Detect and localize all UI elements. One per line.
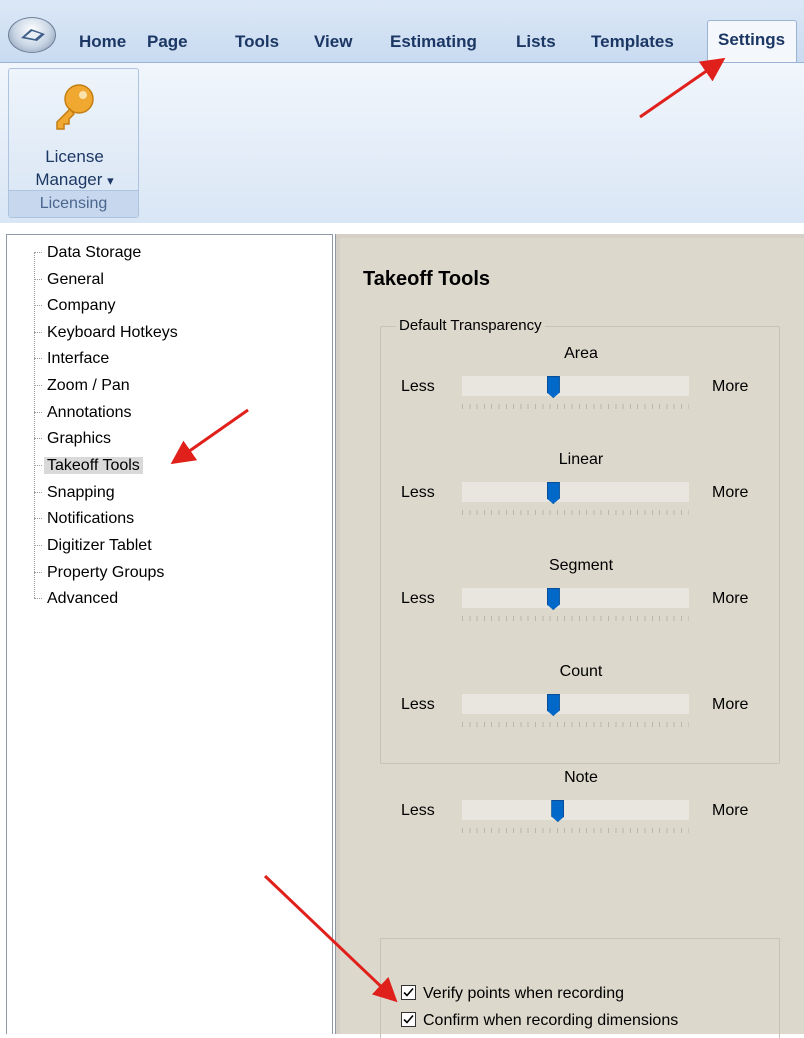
slider-ticks xyxy=(462,510,689,515)
tab-templates[interactable]: Templates xyxy=(591,32,674,52)
confirm-dimensions-option[interactable]: Confirm when recording dimensions xyxy=(401,1012,678,1030)
tree-item-digitizer-tablet[interactable]: Digitizer Tablet xyxy=(34,535,155,557)
tree-item-notifications[interactable]: Notifications xyxy=(34,508,137,530)
license-manager-label-line1: License xyxy=(45,147,104,166)
checkmark-icon xyxy=(403,987,414,997)
tree-item-advanced[interactable]: Advanced xyxy=(34,588,121,610)
tab-page[interactable]: Page xyxy=(147,32,188,52)
less-label: Less xyxy=(401,378,435,395)
tree-item-property-groups[interactable]: Property Groups xyxy=(34,562,167,584)
tree-item-snapping[interactable]: Snapping xyxy=(34,482,118,504)
slider-title-count: Count xyxy=(559,663,603,680)
dropdown-arrow-icon: ▾ xyxy=(107,173,114,188)
slider-title-segment: Segment xyxy=(548,557,614,574)
less-label: Less xyxy=(401,802,435,819)
more-label: More xyxy=(712,802,749,819)
checkmark-icon xyxy=(403,1014,414,1024)
slider-title-linear: Linear xyxy=(558,451,604,468)
tree-item-graphics[interactable]: Graphics xyxy=(34,428,114,450)
tree-item-annotations[interactable]: Annotations xyxy=(34,402,135,424)
tree-item-interface[interactable]: Interface xyxy=(34,348,112,370)
slider-ticks xyxy=(462,616,689,621)
slider-ticks xyxy=(462,828,689,833)
group-caption: Licensing xyxy=(9,190,138,217)
tree-item-keyboard-hotkeys[interactable]: Keyboard Hotkeys xyxy=(34,322,181,344)
slider-track-count[interactable] xyxy=(462,694,689,714)
ribbon-body: License Manager ▾ Licensing xyxy=(0,62,804,223)
slider-track-note[interactable] xyxy=(462,800,689,820)
license-manager-button[interactable]: License Manager ▾ xyxy=(9,69,140,191)
tree-item-company[interactable]: Company xyxy=(34,295,118,317)
slider-track-linear[interactable] xyxy=(462,482,689,502)
default-transparency-legend: Default Transparency xyxy=(396,317,545,334)
settings-panel: Takeoff Tools Default Transparency Area L… xyxy=(335,234,804,1038)
more-label: More xyxy=(712,696,749,713)
tab-lists[interactable]: Lists xyxy=(516,32,556,52)
verify-points-option[interactable]: Verify points when recording xyxy=(401,985,624,1003)
slider-ticks xyxy=(462,404,689,409)
more-label: More xyxy=(712,590,749,607)
slider-track-area[interactable] xyxy=(462,376,689,396)
confirm-dimensions-checkbox[interactable] xyxy=(401,1012,416,1027)
more-label: More xyxy=(712,378,749,395)
ribbon-tab-bar: Home Page Tools View Estimating Lists Te… xyxy=(0,0,804,62)
tree-item-data-storage[interactable]: Data Storage xyxy=(34,242,144,264)
panel-title: Takeoff Tools xyxy=(363,268,491,290)
confirm-dimensions-label: Confirm when recording dimensions xyxy=(423,1012,679,1029)
app-logo-icon xyxy=(21,29,45,41)
settings-panel-inner: Takeoff Tools Default Transparency Area L… xyxy=(340,238,804,1038)
default-transparency-group: Default Transparency Area Less More Linear L… xyxy=(380,317,780,833)
slider-ticks xyxy=(462,722,689,727)
application-menu-button[interactable] xyxy=(8,17,56,53)
licensing-group: License Manager ▾ Licensing xyxy=(8,68,139,218)
less-label: Less xyxy=(401,590,435,607)
license-manager-label-line2: Manager ▾ xyxy=(35,170,114,189)
verify-points-label: Verify points when recording xyxy=(423,985,624,1002)
slider-title-note: Note xyxy=(564,769,598,786)
verify-points-checkbox[interactable] xyxy=(401,985,416,1000)
slider-title-area: Area xyxy=(564,345,598,362)
tab-tools[interactable]: Tools xyxy=(235,32,279,52)
settings-tree: Data Storage General Company Keyboard Ho… xyxy=(6,234,333,1034)
slider-track-segment[interactable] xyxy=(462,588,689,608)
less-label: Less xyxy=(401,696,435,713)
tab-view[interactable]: View xyxy=(314,32,352,52)
tree-item-general[interactable]: General xyxy=(34,269,107,291)
recording-options-group: Verify points when recording Confirm whe… xyxy=(380,938,780,1038)
tab-home[interactable]: Home xyxy=(79,32,126,52)
less-label: Less xyxy=(401,484,435,501)
more-label: More xyxy=(712,484,749,501)
tree-item-takeoff-tools[interactable]: Takeoff Tools xyxy=(34,455,143,477)
tree-item-zoom-pan[interactable]: Zoom / Pan xyxy=(34,375,133,397)
tab-estimating[interactable]: Estimating xyxy=(390,32,477,52)
key-icon xyxy=(56,84,94,130)
tab-settings[interactable]: Settings xyxy=(707,20,798,62)
